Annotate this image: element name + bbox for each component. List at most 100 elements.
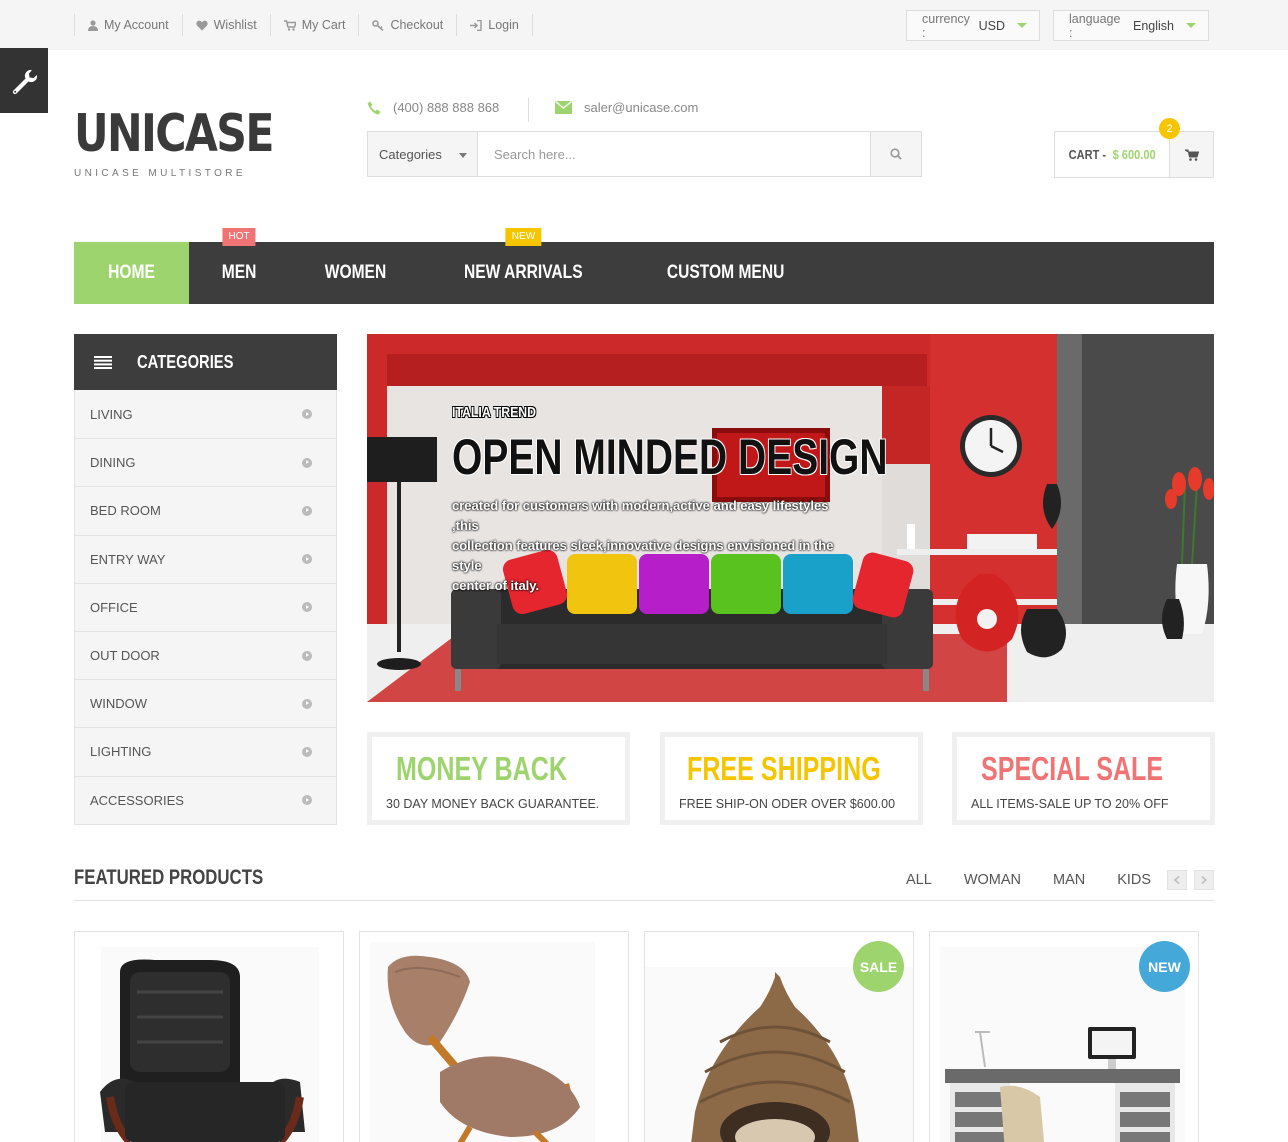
nav-home[interactable]: HOME [74,242,189,304]
category-label: LIVING [90,406,133,422]
info-box-free-shipping: FREE SHIPPING FREE SHIP-ON ODER OVER $60… [660,732,923,825]
info-box-special-sale: SPECIAL SALE ALL ITEMS-SALE UP TO 20% OF… [952,732,1215,825]
carousel-next-button[interactable] [1194,870,1214,890]
arrow-circle-right-icon [302,554,312,565]
search-icon [890,148,902,160]
category-label: OUT DOOR [90,648,160,664]
nav-men[interactable]: HOT MEN [189,228,289,304]
category-accessories[interactable]: ACCESSORIES [75,775,336,824]
category-dining[interactable]: DINING [75,438,336,487]
category-label: ENTRY WAY [90,551,166,567]
nav-custom-menu[interactable]: CUSTOM MENU [625,242,826,304]
info-box-money-back: $ MONEY BACK 30 DAY MONEY BACK GUARANTEE… [367,732,630,825]
category-label: ACCESSORIES [90,792,184,808]
hero-title: OPEN MINDED DESIGN [452,429,888,485]
info-description: FREE SHIP-ON ODER OVER $600.00 [679,797,896,811]
category-office[interactable]: OFFICE [75,582,336,631]
chevron-down-icon [1017,23,1027,28]
hero-desc-line: created for customers with modern,active… [452,498,829,533]
nav-men-label: MEN [221,262,257,283]
nav-new-arrivals[interactable]: NEW NEW ARRIVALS [422,228,625,304]
category-bed-room[interactable]: BED ROOM [75,486,336,535]
hot-badge: HOT [222,228,256,246]
search-button[interactable] [870,132,921,176]
category-label: LIGHTING [90,744,152,760]
wishlist-label: Wishlist [213,18,257,32]
tab-kids[interactable]: KIDS [1117,872,1151,888]
nav-custom-menu-label: CUSTOM MENU [666,262,785,283]
info-title: SPECIAL SALE [981,750,1164,787]
featured-products-title: FEATURED PRODUCTS [74,866,264,889]
new-badge: NEW [505,228,542,246]
categories-sidebar: CATEGORIES LIVING DINING BED ROOM ENTRY … [74,334,337,825]
categories-title: CATEGORIES [137,351,234,372]
nav-home-label: HOME [108,262,155,283]
arrow-circle-right-icon [302,650,312,661]
login-link[interactable]: Login [456,14,533,36]
site-logo[interactable]: UNICASE UNICASE MULTISTORE [74,104,316,179]
arrow-circle-right-icon [302,746,312,757]
language-label: language : [1069,11,1121,40]
new-badge: NEW [1139,941,1190,992]
product-card[interactable] [359,931,629,1142]
sale-badge: SALE [853,941,904,992]
tab-all[interactable]: ALL [906,872,932,888]
category-living[interactable]: LIVING [75,390,336,439]
nav-women-label: WOMEN [324,262,387,283]
cart-icon [283,19,296,31]
phone-contact: (400) 888 888 868 [367,100,499,115]
tab-woman[interactable]: WOMAN [964,872,1021,888]
office-chair-image [100,947,319,1142]
arrow-circle-right-icon [302,698,312,709]
login-icon [470,19,482,31]
checkout-label: Checkout [390,18,444,32]
search-category-label: Categories [379,146,442,162]
arrow-circle-right-icon [302,795,312,806]
carousel-prev-button[interactable] [1167,870,1187,890]
cart-icon [1184,149,1199,161]
category-entry-way[interactable]: ENTRY WAY [75,534,336,583]
product-card[interactable] [74,931,344,1142]
my-cart-label: My Cart [301,18,346,32]
info-title: FREE SHIPPING [687,750,881,787]
top-links: My Account Wishlist My Cart Checkout Log… [74,14,533,36]
wrench-icon [12,69,38,94]
currency-dropdown[interactable]: currency : USD [906,10,1040,41]
email-contact: saler@unicase.com [555,100,698,115]
settings-tool-button[interactable] [0,48,48,113]
phone-icon [367,101,381,114]
categories-header[interactable]: CATEGORIES [74,334,337,390]
info-title: MONEY BACK [396,750,567,787]
language-dropdown[interactable]: language : English [1053,10,1209,41]
search-category-select[interactable]: Categories [368,132,478,176]
cart-icon-box [1169,132,1213,177]
my-account-link[interactable]: My Account [74,14,182,36]
info-title-row: FREE SHIPPING [679,747,904,791]
cart-summary: CART - $ 600.00 [1055,132,1169,177]
main-nav: HOME HOT MEN WOMEN NEW NEW ARRIVALS CUST… [74,228,1214,304]
arrow-circle-right-icon [302,602,312,613]
featured-filter-tabs: ALL WOMAN MAN KIDS [890,872,1167,888]
header-cart[interactable]: CART - $ 600.00 [1054,131,1214,178]
category-label: BED ROOM [90,503,161,519]
key-icon [372,19,384,31]
top-bar: My Account Wishlist My Cart Checkout Log… [0,0,1288,50]
tab-man[interactable]: MAN [1053,872,1085,888]
nav-women[interactable]: WOMEN [289,242,422,304]
language-value: English [1133,18,1174,33]
nav-new-arrivals-label: NEW ARRIVALS [464,262,583,283]
category-label: WINDOW [90,696,148,712]
info-description: ALL ITEMS-SALE UP TO 20% OFF [971,797,1169,811]
my-cart-link[interactable]: My Cart [269,14,359,36]
arrow-circle-right-icon [302,505,312,516]
hero-slider[interactable]: ITALIA TREND OPEN MINDED DESIGN created … [367,334,1214,702]
category-window[interactable]: WINDOW [75,679,336,728]
phone-number: (400) 888 888 868 [393,100,500,115]
category-label: OFFICE [90,599,138,615]
category-out-door[interactable]: OUT DOOR [75,630,336,680]
search-input[interactable] [478,132,870,176]
wishlist-link[interactable]: Wishlist [181,14,270,36]
checkout-link[interactable]: Checkout [358,14,456,36]
category-lighting[interactable]: LIGHTING [75,727,336,776]
cart-count-badge: 2 [1159,118,1180,139]
